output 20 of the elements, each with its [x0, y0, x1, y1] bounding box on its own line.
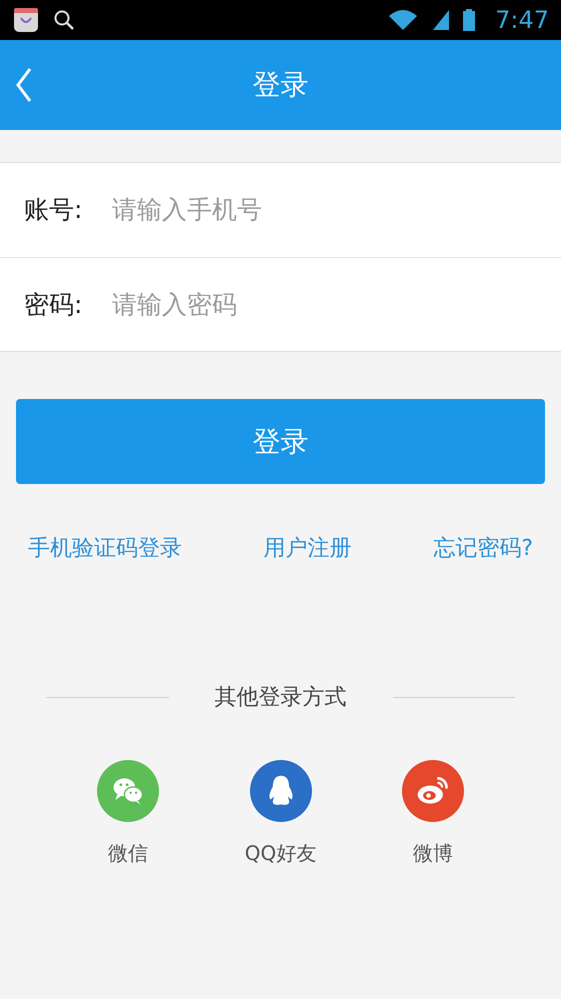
wifi-icon: [387, 8, 420, 32]
shopping-bag-icon: [12, 6, 40, 34]
social-label: QQ好友: [244, 840, 316, 867]
back-icon[interactable]: [14, 67, 34, 103]
text-link[interactable]: 忘记密码?: [433, 532, 533, 565]
social-label: 微信: [108, 840, 148, 867]
battery-icon: [463, 8, 476, 32]
field-label: 账号:: [24, 194, 84, 226]
search-icon[interactable]: [52, 8, 76, 32]
signal-icon: [431, 8, 452, 32]
text-link[interactable]: 用户注册: [264, 532, 352, 565]
clock-time: 7:47: [495, 5, 549, 36]
page-title: 登录: [252, 67, 308, 103]
input-field[interactable]: 请输入手机号: [112, 191, 561, 229]
field-label: 密码:: [24, 288, 84, 321]
input-field[interactable]: 请输入密码: [112, 286, 561, 324]
social-label: 微博: [413, 840, 453, 867]
section-heading: 其他登录方式: [214, 684, 346, 712]
text-link[interactable]: 手机验证码登录: [28, 532, 182, 565]
login-button[interactable]: 登录: [16, 399, 545, 484]
